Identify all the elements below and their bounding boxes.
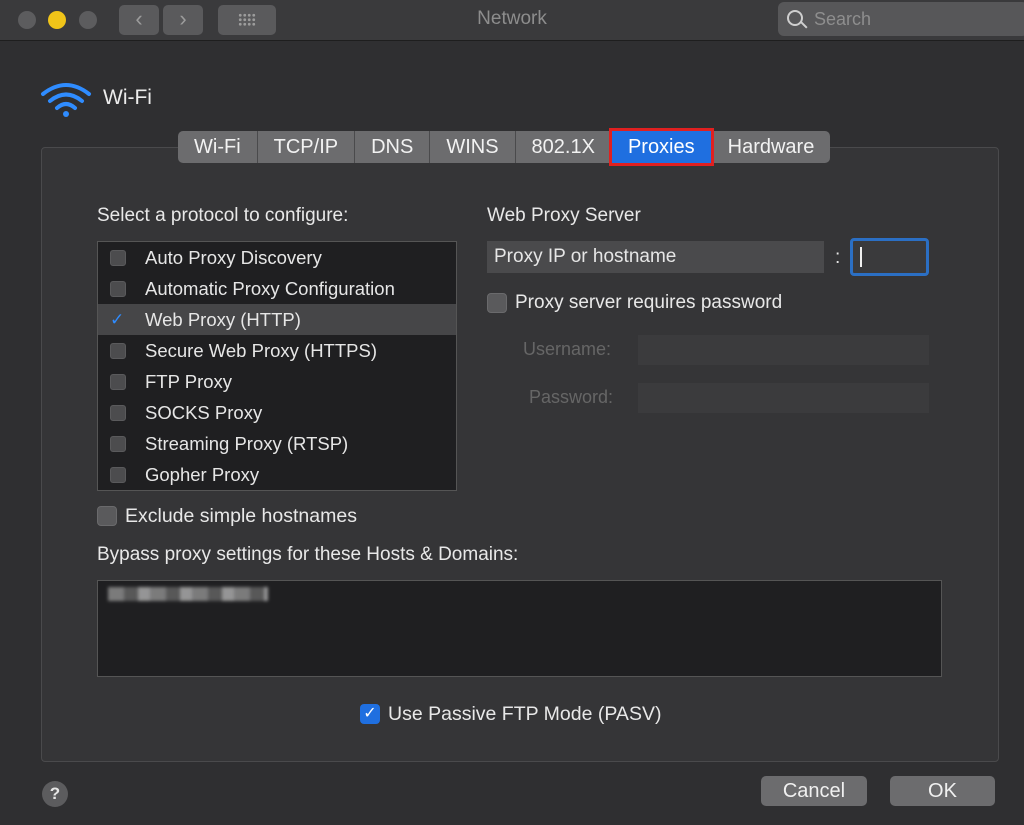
cancel-button[interactable]: Cancel [761, 776, 867, 806]
protocol-item[interactable]: Gopher Proxy [98, 459, 456, 490]
protocol-label: Web Proxy (HTTP) [145, 309, 301, 330]
protocol-checkbox-checked[interactable]: ✓ [110, 310, 126, 329]
tab-8021x[interactable]: 802.1X [516, 131, 612, 163]
title-bar: ‹ › Network Search [0, 0, 1024, 41]
port-separator: : [835, 247, 841, 268]
protocol-checkbox[interactable] [110, 281, 126, 297]
protocol-item[interactable]: FTP Proxy [98, 366, 456, 397]
username-label: Username: [523, 339, 612, 359]
checkmark-icon: ✓ [363, 705, 377, 722]
interface-name: Wi-Fi [103, 86, 152, 109]
bypass-heading: Bypass proxy settings for these Hosts & … [97, 544, 519, 565]
protocol-checkbox[interactable] [110, 467, 126, 483]
protocol-label: Secure Web Proxy (HTTPS) [145, 340, 377, 361]
search-placeholder: Search [814, 9, 872, 29]
search-field[interactable]: Search [778, 2, 1024, 36]
protocol-checkbox[interactable] [110, 374, 126, 390]
checkmark-icon: ✓ [110, 310, 125, 329]
protocol-item[interactable]: Streaming Proxy (RTSP) [98, 428, 456, 459]
exclude-simple-hostnames-label: Exclude simple hostnames [125, 505, 357, 527]
protocol-label: Auto Proxy Discovery [145, 247, 322, 268]
requires-password-checkbox[interactable] [487, 293, 507, 313]
tab-tcpip[interactable]: TCP/IP [258, 131, 356, 163]
protocol-item[interactable]: Automatic Proxy Configuration [98, 273, 456, 304]
protocol-label: SOCKS Proxy [145, 402, 263, 423]
username-input[interactable] [638, 335, 929, 365]
protocol-list: Auto Proxy Discovery Automatic Proxy Con… [97, 241, 457, 491]
tab-proxies[interactable]: Proxies [608, 128, 714, 166]
tab-dns[interactable]: DNS [355, 131, 431, 163]
ok-button[interactable]: OK [890, 776, 995, 806]
protocol-item[interactable]: Secure Web Proxy (HTTPS) [98, 335, 456, 366]
tab-wins[interactable]: WINS [430, 131, 516, 163]
exclude-simple-hostnames-checkbox[interactable] [97, 506, 117, 526]
protocol-item[interactable]: SOCKS Proxy [98, 397, 456, 428]
protocol-item-selected[interactable]: ✓ Web Proxy (HTTP) [98, 304, 456, 335]
protocol-label: FTP Proxy [145, 371, 233, 392]
text-caret [860, 247, 862, 267]
protocol-label: Gopher Proxy [145, 464, 260, 485]
protocol-checkbox[interactable] [110, 436, 126, 452]
protocol-checkbox[interactable] [110, 250, 126, 266]
tab-bar: Wi-Fi TCP/IP DNS WINS 802.1X Proxies Har… [178, 128, 831, 166]
protocol-checkbox[interactable] [110, 343, 126, 359]
help-button[interactable]: ? [42, 781, 68, 807]
tab-hardware[interactable]: Hardware [712, 131, 831, 163]
protocol-list-heading: Select a protocol to configure: [97, 205, 349, 226]
proxy-server-heading: Web Proxy Server [487, 205, 641, 226]
protocol-checkbox[interactable] [110, 405, 126, 421]
protocol-label: Automatic Proxy Configuration [145, 278, 395, 299]
tab-wifi[interactable]: Wi-Fi [178, 131, 258, 163]
search-icon [787, 10, 803, 26]
protocol-item[interactable]: Auto Proxy Discovery [98, 242, 456, 273]
proxy-port-input[interactable] [850, 238, 929, 276]
password-label: Password: [529, 387, 614, 407]
requires-password-label: Proxy server requires password [515, 292, 783, 313]
passive-ftp-checkbox[interactable]: ✓ [360, 704, 380, 724]
bypass-hosts-textarea[interactable] [97, 580, 942, 677]
redacted-text [108, 587, 268, 601]
passive-ftp-label: Use Passive FTP Mode (PASV) [388, 703, 662, 725]
wifi-icon [41, 83, 91, 117]
password-input[interactable] [638, 383, 929, 413]
protocol-label: Streaming Proxy (RTSP) [145, 433, 349, 454]
proxy-host-input[interactable]: Proxy IP or hostname [487, 241, 824, 273]
